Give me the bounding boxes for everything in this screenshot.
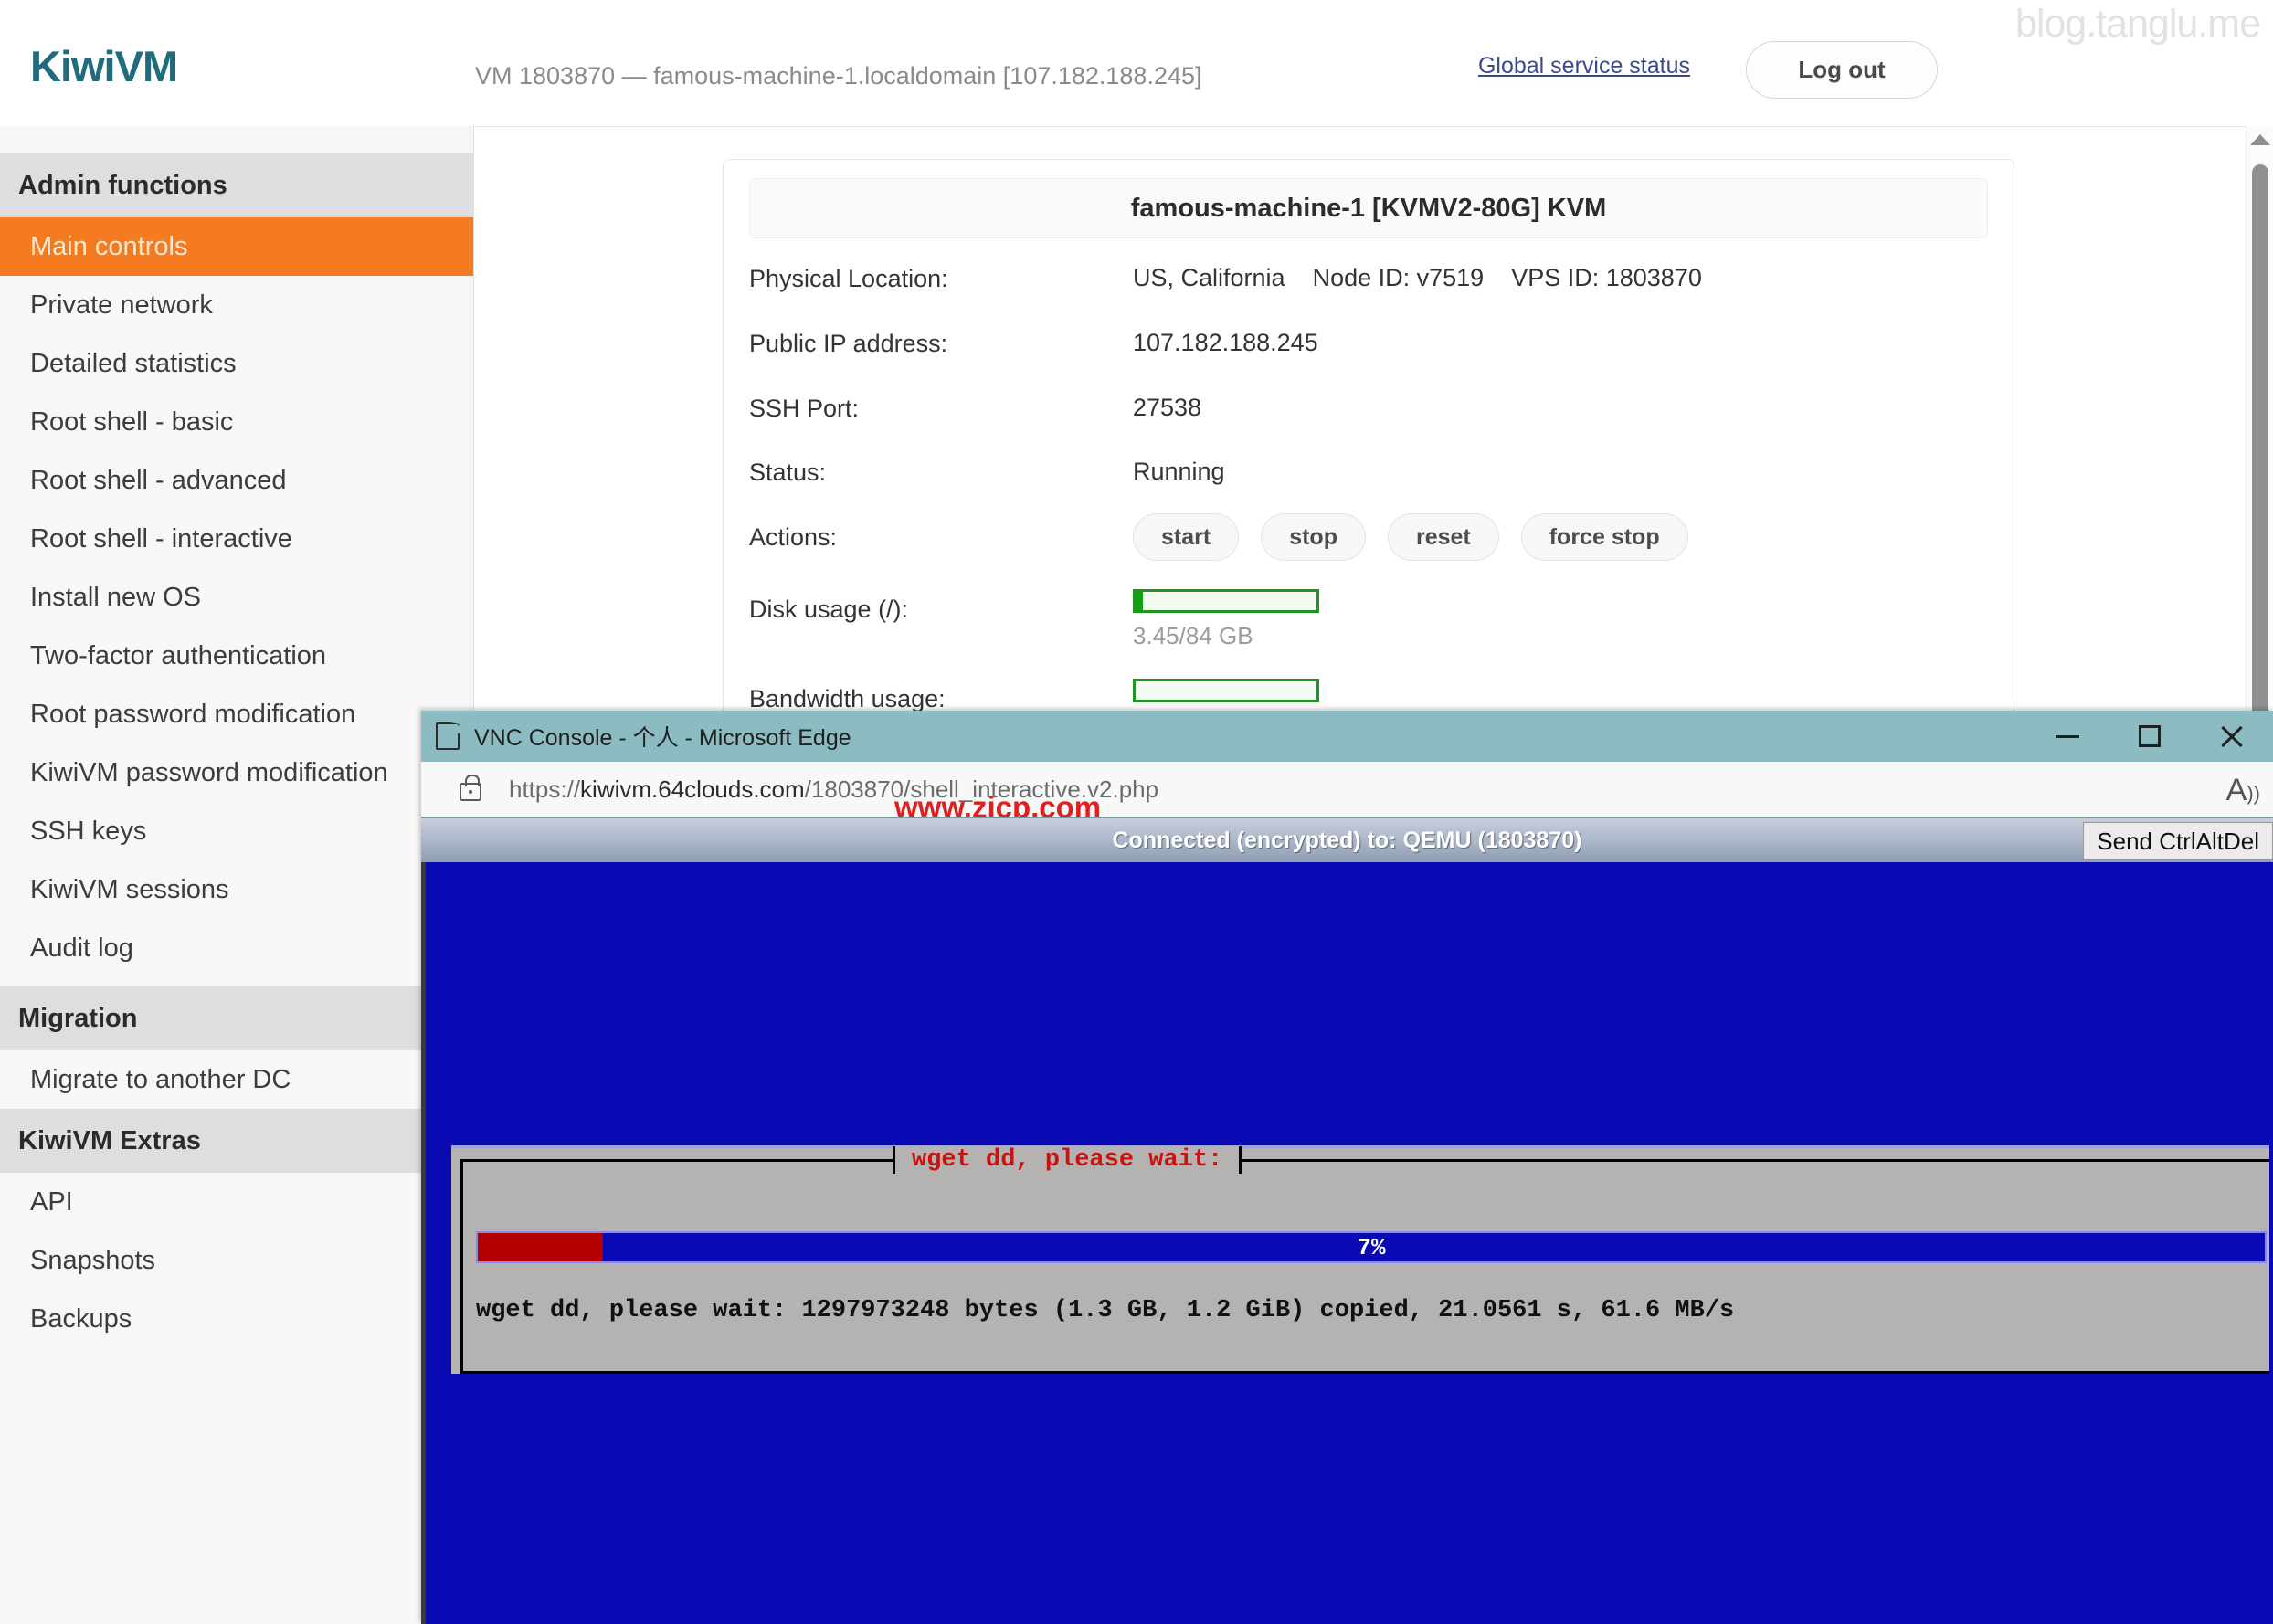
sidebar-item-kiwivm-password-modification[interactable]: KiwiVM password modification [0, 743, 473, 802]
minimize-button[interactable] [2026, 711, 2109, 762]
sidebar-group-kiwivm-extras: KiwiVM Extras [0, 1109, 473, 1173]
url-host: kiwivm.64clouds.com [580, 775, 805, 803]
vm-row-status: Status: Running [749, 458, 1988, 489]
sidebar-item-root-shell-interactive[interactable]: Root shell - interactive [0, 510, 473, 568]
sidebar-item-two-factor-authentication[interactable]: Two-factor authentication [0, 627, 473, 685]
sidebar-item-main-controls[interactable]: Main controls [0, 217, 473, 276]
url-prefix: https:// [509, 775, 581, 803]
vm-row-ip: Public IP address: 107.182.188.245 [749, 329, 1988, 360]
disk-usage-bar [1133, 589, 1319, 613]
terminal-progress-bar: 7% [476, 1231, 2267, 1263]
sidebar: Admin functions Main controls Private ne… [0, 126, 474, 1624]
sidebar-item-ssh-keys[interactable]: SSH keys [0, 802, 473, 860]
blog-watermark: blog.tanglu.me [2014, 2, 2261, 46]
scroll-up-arrow-icon[interactable] [2249, 134, 2270, 145]
physical-location-label: Physical Location: [749, 265, 948, 292]
vm-row-disk-usage: Disk usage (/): 3.45/84 GB [749, 589, 1988, 650]
disk-usage-fill [1136, 592, 1143, 610]
disk-usage-value: 3.45/84 GB [1133, 622, 1253, 649]
status-label: Status: [749, 459, 827, 487]
terminal-progress-percent: 7% [1357, 1233, 1386, 1261]
page-title: VM 1803870 — famous-machine-1.localdomai… [475, 62, 1202, 90]
force-stop-button[interactable]: force stop [1520, 513, 1688, 561]
terminal-progress-dialog: wget dd, please wait: 7% wget dd, please… [451, 1145, 2269, 1374]
kiwivm-logo[interactable]: KiwiVM [30, 41, 178, 91]
read-aloud-icon[interactable]: A)) [2226, 773, 2260, 808]
vnc-status-bar: Connected (encrypted) to: QEMU (1803870) [421, 817, 2273, 862]
disk-usage-meter: 3.45/84 GB [1133, 589, 1319, 650]
sidebar-item-kiwivm-sessions[interactable]: KiwiVM sessions [0, 860, 473, 919]
disk-usage-label: Disk usage (/): [749, 596, 909, 623]
sidebar-item-snapshots[interactable]: Snapshots [0, 1231, 473, 1290]
terminal-progress-fill [478, 1233, 603, 1261]
vm-row-location: Physical Location: US, California Node I… [749, 264, 1988, 295]
vnc-screen[interactable]: wget dd, please wait: 7% wget dd, please… [421, 862, 2273, 1624]
edge-titlebar[interactable]: VNC Console - 个人 - Microsoft Edge [421, 711, 2273, 762]
ssh-port-value: 27538 [1133, 393, 1202, 421]
sidebar-group-migration: Migration [0, 986, 473, 1050]
vm-card-title: famous-machine-1 [KVMV2-80G] KVM [749, 178, 1988, 238]
terminal-dialog-title: wget dd, please wait: [893, 1146, 1242, 1174]
sidebar-item-api[interactable]: API [0, 1173, 473, 1231]
edge-address-toolbar: https://kiwivm.64clouds.com/1803870/shel… [421, 762, 2273, 817]
vm-row-ssh-port: SSH Port: 27538 [749, 394, 1988, 425]
sidebar-item-private-network[interactable]: Private network [0, 276, 473, 334]
sidebar-item-install-new-os[interactable]: Install new OS [0, 568, 473, 627]
bandwidth-usage-label-text: Bandwidth usage: [749, 685, 946, 712]
edge-window-title: VNC Console - 个人 - Microsoft Edge [474, 725, 851, 751]
stop-button[interactable]: stop [1261, 513, 1366, 561]
sidebar-item-backups[interactable]: Backups [0, 1290, 473, 1348]
sidebar-item-audit-log[interactable]: Audit log [0, 919, 473, 977]
edge-browser-window: VNC Console - 个人 - Microsoft Edge https:… [421, 711, 2273, 1624]
public-ip-label: Public IP address: [749, 329, 948, 357]
global-service-status-link[interactable]: Global service status [1478, 53, 1690, 79]
bandwidth-usage-bar [1133, 679, 1319, 702]
maximize-button[interactable] [2109, 711, 2191, 762]
sidebar-item-root-password-modification[interactable]: Root password modification [0, 685, 473, 743]
kiwivm-header: KiwiVM VM 1803870 — famous-machine-1.loc… [0, 0, 2273, 126]
reset-button[interactable]: reset [1387, 513, 1499, 561]
public-ip-value: 107.182.188.245 [1133, 328, 1318, 356]
physical-location-value: US, California Node ID: v7519 VPS ID: 18… [1133, 264, 1702, 291]
actions-button-group: start stop reset force stop [1133, 513, 1688, 561]
ssh-port-label: SSH Port: [749, 394, 860, 422]
sidebar-item-root-shell-advanced[interactable]: Root shell - advanced [0, 451, 473, 510]
lock-icon[interactable] [460, 775, 481, 801]
terminal-status-line: wget dd, please wait: 1297973248 bytes (… [476, 1297, 1735, 1324]
send-ctrl-alt-del-button[interactable]: Send CtrlAltDel [2083, 822, 2273, 860]
sidebar-group-admin-functions: Admin functions [0, 153, 473, 217]
sidebar-item-detailed-statistics[interactable]: Detailed statistics [0, 334, 473, 393]
sidebar-item-migrate-to-another-dc[interactable]: Migrate to another DC [0, 1050, 473, 1109]
close-button[interactable] [2191, 711, 2273, 762]
page-document-icon [436, 722, 460, 750]
terminal-dialog-border: wget dd, please wait: 7% wget dd, please… [460, 1146, 2269, 1374]
vm-row-actions: Actions: start stop reset force stop [749, 513, 1988, 561]
screenshot-root: KiwiVM VM 1803870 — famous-machine-1.loc… [0, 0, 2273, 1624]
status-badge: Running [1133, 458, 1225, 486]
start-button[interactable]: start [1133, 513, 1240, 561]
vnc-connection-status: Connected (encrypted) to: QEMU (1803870) [1112, 827, 1582, 853]
actions-label: Actions: [749, 523, 838, 551]
sidebar-item-root-shell-basic[interactable]: Root shell - basic [0, 393, 473, 451]
logout-button[interactable]: Log out [1746, 41, 1938, 99]
